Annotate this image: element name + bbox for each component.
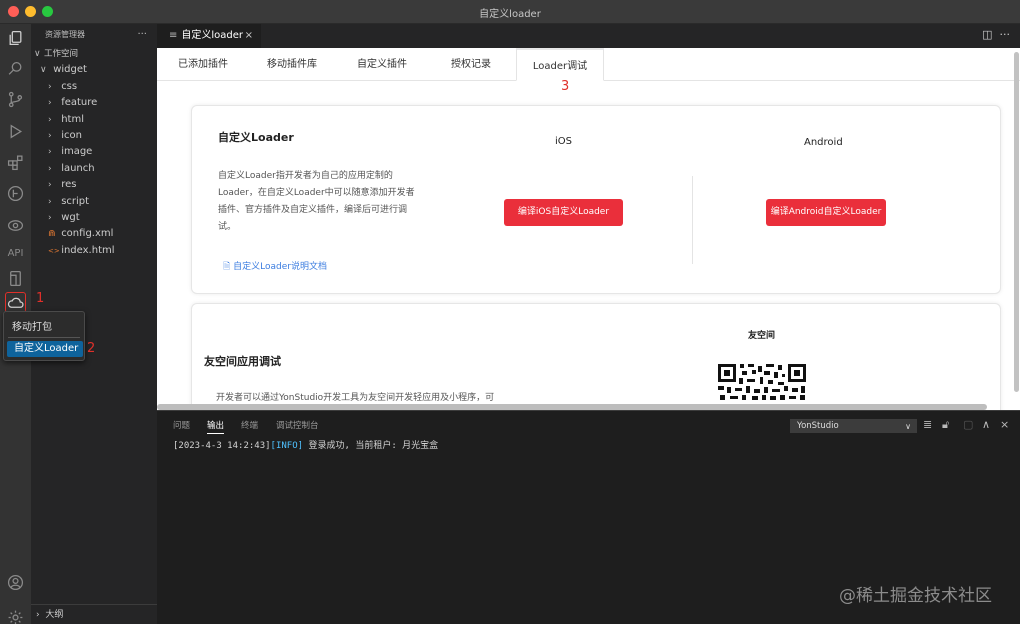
account-icon[interactable] [5, 572, 26, 593]
tab-loader-debug[interactable]: Loader调试 [516, 48, 604, 81]
qr-code-image [716, 362, 808, 402]
explorer-title: 资源管理器 [45, 30, 85, 39]
tree-item-index-html[interactable]: <> index.html [31, 243, 157, 259]
android-label: Android [804, 137, 843, 148]
xml-file-icon: ⋒ [48, 229, 56, 240]
api-icon[interactable]: API [5, 243, 26, 264]
settings-icon[interactable] [5, 607, 26, 624]
custom-loader-card: 自定义Loader 自定义Loader指开发者为自己的应用定制的Loader，在… [191, 105, 1001, 294]
tree-item-wgt[interactable]: › wgt [31, 210, 157, 226]
tree-item-icon[interactable]: › icon [31, 128, 157, 144]
card-title: 友空间应用调试 [204, 355, 281, 368]
extensions-icon[interactable] [5, 152, 26, 173]
annotation-3: 3 [561, 79, 570, 94]
build-android-loader-button[interactable]: 编译Android自定义Loader [766, 199, 886, 226]
more-actions-icon[interactable]: ··· [1000, 28, 1011, 41]
workspace-root[interactable]: ∨ 工作空间 [31, 46, 157, 62]
webview-tab-bar: 已添加插件 移动插件库 自定义插件 授权记录 Loader调试 [157, 48, 1020, 81]
vertical-scrollbar[interactable] [1014, 52, 1019, 392]
close-tab-icon[interactable]: × [245, 24, 253, 48]
window-title: 自定义loader [479, 9, 541, 20]
chevron-right-icon: › [48, 196, 52, 207]
tree-item-res[interactable]: › res [31, 177, 157, 193]
outline-section[interactable]: › 大纲 [31, 604, 157, 624]
friend-space-label: 友空间 [748, 331, 776, 341]
preview-file-icon: ≡ [169, 30, 178, 41]
tab-mobile-plugin-library[interactable]: 移动插件库 [267, 48, 317, 81]
package-popup-menu: 移动打包 自定义Loader [3, 311, 85, 361]
chevron-right-icon: › [48, 212, 52, 223]
deploy-icon[interactable] [5, 183, 26, 204]
menu-item-custom-loader[interactable]: 自定义Loader [7, 341, 83, 357]
tab-output[interactable]: 输出 [207, 419, 225, 434]
chevron-right-icon: › [36, 610, 40, 620]
filter-lines-icon[interactable]: ≣ [923, 418, 932, 431]
tree-item-css[interactable]: › css [31, 79, 157, 95]
title-bar: 自定义loader [0, 0, 1020, 24]
explorer-icon[interactable] [5, 28, 26, 49]
preview-icon[interactable] [5, 215, 26, 236]
output-log-line: [2023-4-3 14:2:43][INFO] 登录成功, 当前租户: 月光宝… [173, 441, 439, 451]
chevron-down-icon: ∨ [34, 49, 41, 59]
chevron-right-icon: › [48, 163, 52, 174]
friend-space-card: 友空间应用调试 开发者可以通过YonStudio开发工具为友空间开发轻应用及小程… [191, 303, 1001, 410]
tab-custom-plugins[interactable]: 自定义插件 [357, 48, 407, 81]
device-icon[interactable] [5, 268, 26, 289]
ios-label: iOS [555, 136, 572, 147]
menu-item-mobile-package[interactable]: 移动打包 [12, 318, 52, 333]
watermark-text: @稀土掘金技术社区 [839, 586, 992, 606]
loader-webview: 已添加插件 移动插件库 自定义插件 授权记录 Loader调试 3 自定义Loa… [157, 48, 1020, 410]
explorer-header: 资源管理器 ··· [31, 24, 157, 46]
card-description: 自定义Loader指开发者为自己的应用定制的Loader，在自定义Loader中… [218, 171, 415, 232]
split-editor-icon[interactable]: ◫ [982, 28, 992, 41]
tree-item-config-xml[interactable]: ⋒ config.xml [31, 226, 157, 242]
search-icon[interactable] [5, 58, 26, 79]
tab-license-records[interactable]: 授权记录 [451, 48, 491, 81]
tab-problems[interactable]: 问题 [173, 419, 190, 431]
html-file-icon: <> [48, 246, 60, 255]
maximize-panel-icon[interactable]: ∧ [982, 418, 990, 431]
tab-custom-loader[interactable]: ≡ 自定义loader × [157, 24, 261, 48]
close-panel-icon[interactable]: × [1000, 418, 1009, 431]
editor-tab-bar: ≡ 自定义loader × ◫ ··· [157, 24, 1020, 48]
tab-added-plugins[interactable]: 已添加插件 [178, 48, 228, 81]
card-title: 自定义Loader [218, 131, 294, 144]
output-channel-select[interactable]: YonStudio ∨ [790, 419, 917, 433]
source-control-icon[interactable] [5, 89, 26, 110]
more-actions-icon[interactable]: ··· [137, 24, 147, 46]
tree-item-image[interactable]: › image [31, 144, 157, 160]
bottom-panel: 问题 输出 终端 调试控制台 YonStudio ∨ ≣ 🔓︎ ▢ ∧ × [20… [157, 410, 1020, 624]
chevron-right-icon: › [48, 180, 52, 191]
chevron-right-icon: › [48, 130, 52, 141]
menu-divider [8, 337, 80, 338]
editor-actions: ◫ ··· [982, 28, 1010, 41]
tree-item-widget[interactable]: ∨ widget [31, 62, 157, 78]
chevron-right-icon: › [48, 114, 52, 125]
tree-item-feature[interactable]: › feature [31, 95, 157, 111]
annotation-1: 1 [36, 291, 45, 306]
tree-item-html[interactable]: › html [31, 112, 157, 128]
annotation-2: 2 [87, 341, 96, 356]
divider [692, 176, 693, 264]
cloud-package-icon[interactable] [5, 292, 26, 313]
chevron-right-icon: › [48, 147, 52, 158]
chevron-down-icon: ∨ [905, 422, 911, 431]
tab-debug-console[interactable]: 调试控制台 [276, 419, 319, 431]
chevron-right-icon: › [48, 81, 52, 92]
document-icon: 🗎 [223, 262, 231, 272]
tree-item-script[interactable]: › script [31, 194, 157, 210]
chevron-right-icon: › [48, 98, 52, 109]
loader-doc-link[interactable]: 🗎 自定义Loader说明文档 [223, 259, 327, 275]
lock-icon[interactable]: 🔓︎ [942, 418, 949, 432]
tree-item-launch[interactable]: › launch [31, 161, 157, 177]
file-tree: ∨ widget › css › feature › html › icon › imag… [31, 62, 157, 259]
copy-icon[interactable]: ▢ [963, 418, 973, 431]
chevron-down-icon: ∨ [40, 65, 47, 76]
run-debug-icon[interactable] [5, 121, 26, 142]
build-ios-loader-button[interactable]: 编译iOS自定义Loader [504, 199, 623, 226]
tab-terminal[interactable]: 终端 [241, 419, 258, 431]
